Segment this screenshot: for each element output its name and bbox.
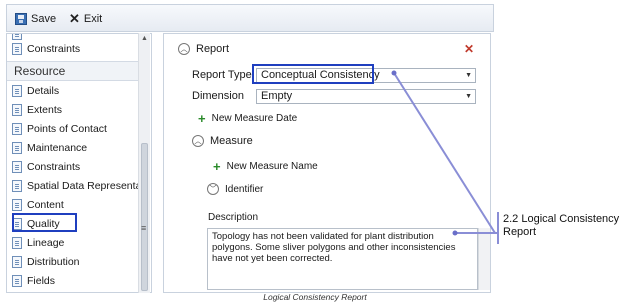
callout-connector [391, 70, 499, 244]
callout-label: 2.2 Logical Consistency Report [503, 213, 620, 238]
connector-dot [452, 230, 458, 236]
connector-lines [393, 72, 499, 244]
figure-caption: Logical Consistency Report [263, 292, 367, 302]
connector-dot [391, 70, 397, 76]
